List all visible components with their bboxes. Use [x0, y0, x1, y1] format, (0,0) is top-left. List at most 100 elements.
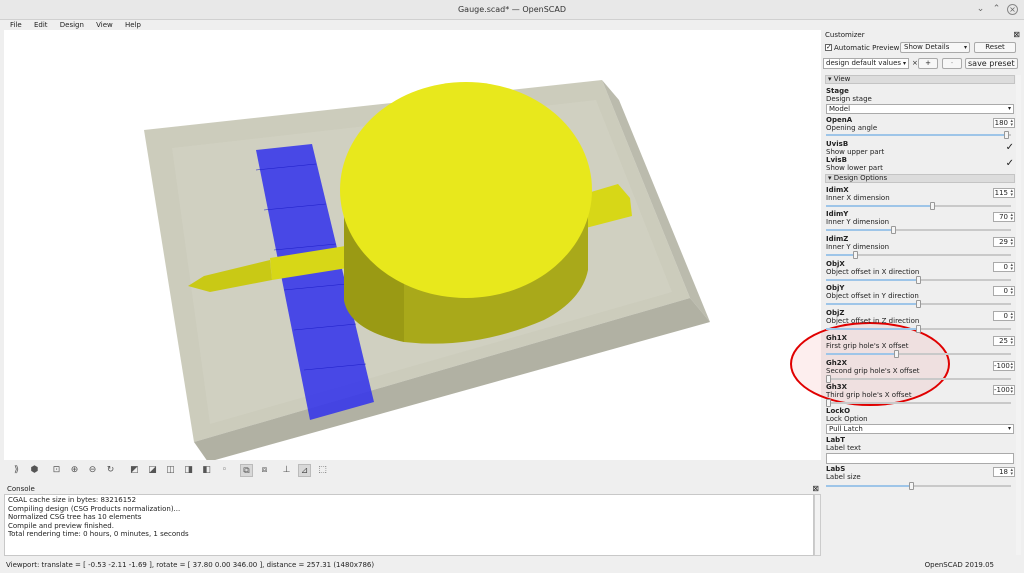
preset-clear-icon[interactable]: ×	[912, 59, 918, 67]
param-desc: Design stage	[826, 95, 872, 103]
param-name: ObjY	[826, 284, 845, 292]
view-toolbar: ⟫ ⬢ ⊡ ⊕ ⊖ ↻ ◩ ◪ ◫ ◨ ◧ ◦ ⧉ ⧈ ⊥ ⊿ ⬚	[4, 461, 821, 481]
objY-slider[interactable]	[826, 300, 1011, 308]
param-name: IdimZ	[826, 235, 849, 243]
gh3X-slider[interactable]	[826, 399, 1011, 407]
console-output[interactable]: CGAL cache size in bytes: 83216152 Compi…	[4, 494, 814, 556]
objY-spinbox[interactable]: 0 ▴ ▾	[993, 286, 1015, 296]
add-preset-button[interactable]: +	[918, 58, 938, 69]
view-bottom-icon[interactable]: ◫	[164, 464, 177, 477]
param-name: LockO	[826, 407, 851, 415]
view-left-icon[interactable]: ◨	[182, 464, 195, 477]
console-scrollbar[interactable]	[814, 494, 821, 556]
idimZ-spinbox[interactable]: 29 ▴ ▾	[993, 237, 1015, 247]
section-design-options[interactable]: ▾ Design Options	[825, 174, 1015, 183]
customizer-scrollbar[interactable]	[1016, 75, 1021, 555]
param-desc: Label size	[826, 473, 861, 481]
chevron-down-icon: ▾	[828, 75, 832, 83]
show-scale-icon[interactable]: ⊿	[298, 464, 311, 477]
labS-slider[interactable]	[826, 482, 1011, 490]
lock-option-select[interactable]: Pull Latch ▾	[826, 424, 1014, 434]
console-header: Console ⊠	[4, 484, 821, 494]
uvisB-checkbox[interactable]: ✓	[1006, 143, 1014, 153]
gh3X-spinbox[interactable]: -100 ▴ ▾	[993, 385, 1015, 395]
param-desc: Opening angle	[826, 124, 878, 132]
view-front-icon[interactable]: ◧	[200, 464, 213, 477]
customizer-title: Customizer	[825, 31, 865, 39]
title-bar: Gauge.scad* — OpenSCAD ⌄ ⌃ ×	[0, 0, 1024, 20]
gh2X-slider[interactable]	[826, 375, 1011, 383]
param-name: OpenA	[826, 116, 853, 124]
lvisB-checkbox[interactable]: ✓	[1006, 159, 1014, 169]
render-icon[interactable]: ⬢	[28, 464, 41, 477]
reset-view-icon[interactable]: ↻	[104, 464, 117, 477]
openscad-window: Gauge.scad* — OpenSCAD ⌄ ⌃ × File Edit D…	[0, 0, 1024, 573]
3d-viewport[interactable]	[4, 30, 821, 462]
chevron-down-icon: ▾	[902, 60, 906, 67]
zoom-in-icon[interactable]: ⊕	[68, 464, 81, 477]
param-desc: Label text	[826, 444, 861, 452]
orthogonal-icon[interactable]: ⧈	[258, 464, 271, 477]
save-preset-button[interactable]: save preset	[965, 58, 1018, 69]
console-line: Compiling design (CSG Products normaliza…	[8, 504, 181, 513]
console-close-icon[interactable]: ⊠	[812, 484, 819, 493]
param-name: Stage	[826, 87, 849, 95]
console-line: Total rendering time: 0 hours, 0 minutes…	[8, 530, 189, 538]
gh1X-slider[interactable]	[826, 350, 1011, 358]
objX-slider[interactable]	[826, 276, 1011, 284]
show-axes-icon[interactable]: ⊥	[280, 464, 293, 477]
preview-icon[interactable]: ⟫	[10, 464, 23, 477]
view-back-icon[interactable]: ◦	[218, 464, 231, 477]
menu-file[interactable]: File	[10, 20, 22, 30]
param-desc: Object offset in X direction	[826, 268, 920, 276]
section-view[interactable]: ▾ View	[825, 75, 1015, 84]
version-label: OpenSCAD 2019.05	[924, 561, 994, 569]
customizer-close-icon[interactable]: ⊠	[1013, 30, 1020, 39]
idimY-spinbox[interactable]: 70 ▴ ▾	[993, 212, 1015, 222]
param-desc: Inner X dimension	[826, 194, 890, 202]
menu-bar: File Edit Design View Help	[0, 20, 820, 30]
preset-select[interactable]: design default values ▾	[823, 58, 909, 69]
close-icon[interactable]: ×	[1007, 4, 1018, 15]
objZ-slider[interactable]	[826, 325, 1011, 333]
idimY-slider[interactable]	[826, 226, 1011, 234]
zoom-out-icon[interactable]: ⊖	[86, 464, 99, 477]
perspective-icon[interactable]: ⧉	[240, 464, 253, 477]
view-right-icon[interactable]: ◩	[128, 464, 141, 477]
maximize-icon[interactable]: ⌃	[991, 4, 1002, 15]
status-bar: Viewport: translate = [ -0.53 -2.11 -1.6…	[0, 558, 1024, 573]
show-edges-icon[interactable]: ⬚	[316, 464, 329, 477]
menu-edit[interactable]: Edit	[34, 20, 48, 30]
gh1X-spinbox[interactable]: 25 ▴ ▾	[993, 336, 1015, 346]
view-all-icon[interactable]: ⊡	[50, 464, 63, 477]
menu-design[interactable]: Design	[60, 20, 84, 30]
view-top-icon[interactable]: ◪	[146, 464, 159, 477]
param-name: UvisB	[826, 140, 849, 148]
objZ-spinbox[interactable]: 0 ▴ ▾	[993, 311, 1015, 321]
minimize-icon[interactable]: ⌄	[975, 4, 986, 15]
param-name: Gh2X	[826, 359, 847, 367]
param-desc: Show upper part	[826, 148, 885, 156]
idimZ-slider[interactable]	[826, 251, 1011, 259]
menu-help[interactable]: Help	[125, 20, 141, 30]
auto-preview-checkbox[interactable]: ✓	[825, 44, 832, 51]
show-details-select[interactable]: Show Details ▾	[900, 42, 970, 53]
openA-slider[interactable]	[826, 131, 1011, 139]
labS-spinbox[interactable]: 18 ▴ ▾	[993, 467, 1015, 477]
idimX-slider[interactable]	[826, 202, 1011, 210]
remove-preset-button[interactable]: -	[942, 58, 962, 69]
param-name: LabT	[826, 436, 845, 444]
idimX-spinbox[interactable]: 115 ▴ ▾	[993, 188, 1015, 198]
param-desc: First grip hole's X offset	[826, 342, 909, 350]
objX-spinbox[interactable]: 0 ▴ ▾	[993, 262, 1015, 272]
console-line: CGAL cache size in bytes: 83216152	[8, 496, 137, 504]
menu-view[interactable]: View	[96, 20, 113, 30]
customizer-panel: Customizer ⊠ ✓ Automatic Preview Show De…	[822, 30, 1022, 558]
openA-spinbox[interactable]: 180 ▴ ▾	[993, 118, 1015, 128]
reset-button[interactable]: Reset	[974, 42, 1016, 53]
gh2X-spinbox[interactable]: -100 ▴ ▾	[993, 361, 1015, 371]
label-text-input[interactable]	[826, 453, 1014, 464]
param-name: IdimX	[826, 186, 849, 194]
window-title: Gauge.scad* — OpenSCAD	[457, 5, 566, 14]
stage-select[interactable]: Model ▾	[826, 104, 1014, 114]
